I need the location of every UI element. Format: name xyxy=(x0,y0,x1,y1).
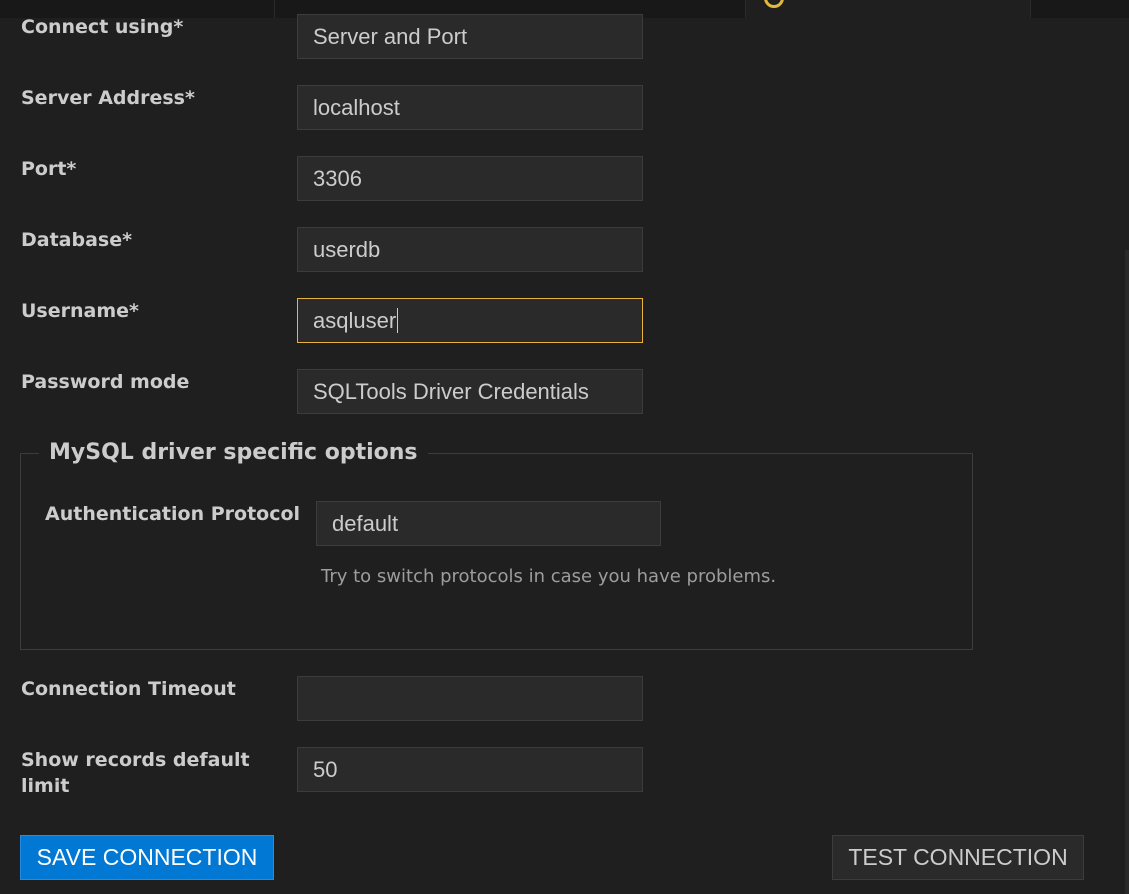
database-value: userdb xyxy=(313,236,381,262)
driver-options-legend: MySQL driver specific options xyxy=(49,440,418,465)
username-value: asqluser xyxy=(313,307,397,333)
save-connection-button[interactable]: SAVE CONNECTION xyxy=(20,835,274,880)
username-input[interactable]: asqluser xyxy=(297,298,643,343)
connection-timeout-label: Connection Timeout xyxy=(21,678,236,700)
port-label: Port* xyxy=(21,158,77,180)
connect-using-select[interactable]: Server and Port xyxy=(297,14,643,59)
warning-icon xyxy=(764,0,784,8)
auth-protocol-select[interactable]: default xyxy=(316,501,661,546)
password-mode-value: SQLTools Driver Credentials xyxy=(313,378,589,404)
password-mode-label: Password mode xyxy=(21,371,190,393)
port-input[interactable]: 3306 xyxy=(297,156,643,201)
connect-using-value: Server and Port xyxy=(313,23,468,49)
connection-timeout-input[interactable] xyxy=(297,676,643,721)
text-caret xyxy=(397,308,399,333)
server-address-value: localhost xyxy=(313,94,400,120)
test-connection-button[interactable]: TEST CONNECTION xyxy=(832,835,1084,880)
records-limit-value: 50 xyxy=(313,756,338,782)
connect-using-label: Connect using* xyxy=(21,16,184,38)
editor-tab-active[interactable] xyxy=(746,0,1031,18)
auth-protocol-label: Authentication Protocol xyxy=(45,503,301,525)
records-limit-label: Show records default limit xyxy=(21,749,250,797)
auth-protocol-help: Try to switch protocols in case you have… xyxy=(321,566,777,587)
database-input[interactable]: userdb xyxy=(297,227,643,272)
auth-protocol-value: default xyxy=(332,510,399,536)
password-mode-select[interactable]: SQLTools Driver Credentials xyxy=(297,369,643,414)
username-label: Username* xyxy=(21,300,139,322)
server-address-input[interactable]: localhost xyxy=(297,85,643,130)
server-address-label: Server Address* xyxy=(21,87,195,109)
port-value: 3306 xyxy=(313,165,362,191)
database-label: Database* xyxy=(21,229,133,251)
vertical-scrollbar[interactable] xyxy=(1125,250,1129,894)
records-limit-input[interactable]: 50 xyxy=(297,747,643,792)
